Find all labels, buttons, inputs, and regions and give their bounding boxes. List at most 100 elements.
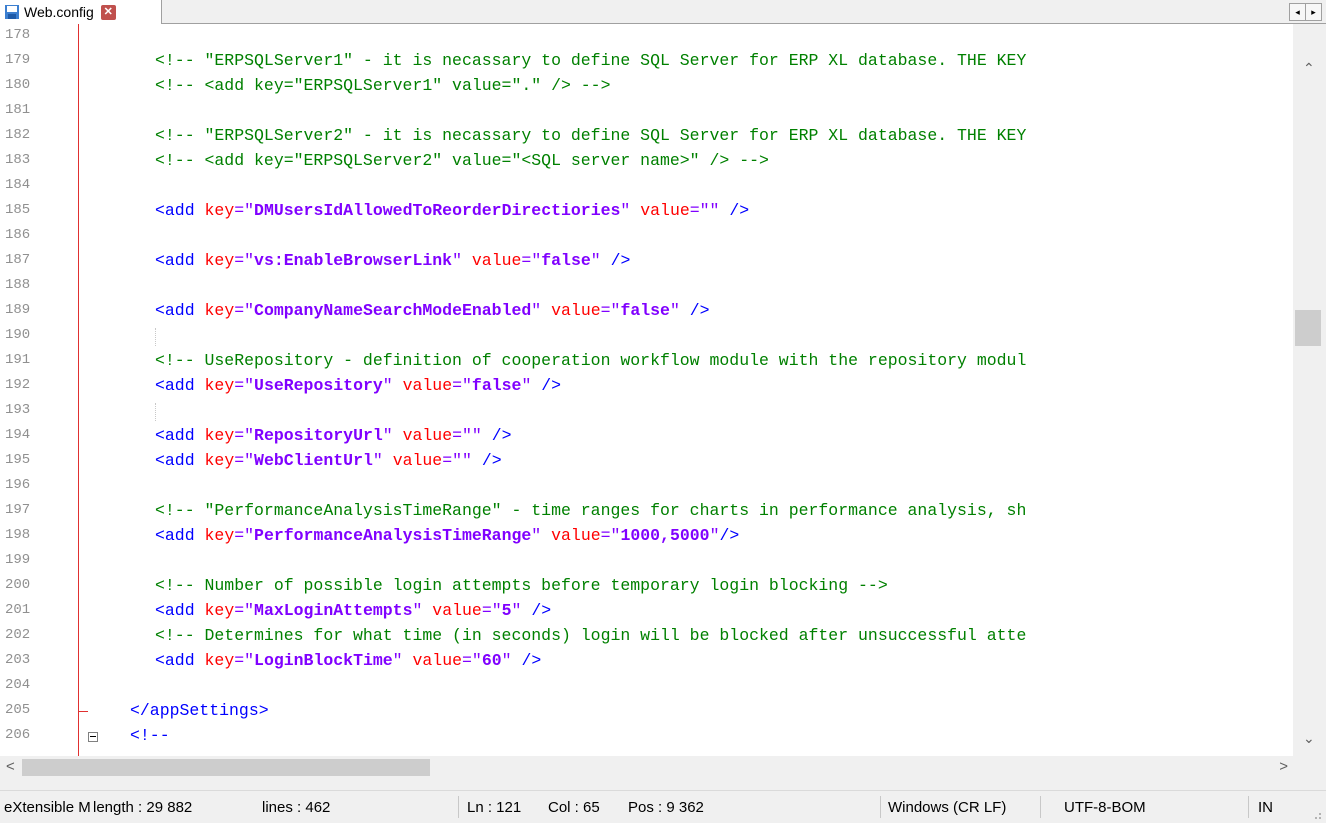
code-token: <add xyxy=(155,451,205,470)
line-number: 183 xyxy=(5,152,31,168)
code-line[interactable]: 184 xyxy=(0,174,1293,199)
horizontal-scroll-thumb[interactable] xyxy=(22,759,430,776)
fold-minus-icon[interactable] xyxy=(88,732,98,742)
code-token: <!-- UseRepository - definition of coope… xyxy=(155,351,1027,370)
code-line[interactable]: 201 <add key="MaxLoginAttempts" value="5"… xyxy=(0,599,1293,624)
code-line[interactable]: 186 xyxy=(0,224,1293,249)
code-line-text: <add key="CompanyNameSearchModeEnabled" … xyxy=(155,301,710,320)
line-number: 197 xyxy=(5,502,31,518)
code-line-text: <!-- "PerformanceAnalysisTimeRange" - ti… xyxy=(155,501,1026,520)
code-token: </appSettings> xyxy=(130,701,269,720)
code-line[interactable]: 180 <!-- <add key="ERPSQLServer1" value="… xyxy=(0,74,1293,99)
code-token: /> xyxy=(610,251,631,270)
code-line[interactable]: 190 xyxy=(0,324,1293,349)
code-line[interactable]: 185 <add key="DMUsersIdAllowedToReorderDi… xyxy=(0,199,1293,224)
code-line-text: <!-- "ERPSQLServer1" - it is necassary t… xyxy=(155,51,1026,70)
tab-title: Web.config xyxy=(24,4,94,20)
resize-grip-icon[interactable] xyxy=(1312,810,1322,820)
status-column: Col : 65 xyxy=(548,799,600,816)
line-number: 179 xyxy=(5,52,31,68)
code-token: ="" xyxy=(689,201,730,220)
status-line-number: Ln : 121 xyxy=(467,799,522,816)
status-separator xyxy=(1248,796,1249,818)
code-token: ="" xyxy=(442,451,482,470)
code-line[interactable]: 191 <!-- UseRepository - definition of co… xyxy=(0,349,1293,374)
code-token: key xyxy=(204,526,235,545)
code-line-text: <!-- <add key="ERPSQLServer2" value="<SQ… xyxy=(155,151,769,170)
code-token: WebClientUrl xyxy=(254,451,373,470)
code-line[interactable]: 200 <!-- Number of possible login attempt… xyxy=(0,574,1293,599)
code-token: " xyxy=(531,301,552,320)
code-line[interactable]: 195 <add key="WebClientUrl" value="" /> xyxy=(0,449,1293,474)
code-line[interactable]: 182 <!-- "ERPSQLServer2" - it is necassar… xyxy=(0,124,1293,149)
code-line[interactable]: 203 <add key="LoginBlockTime" value="60" … xyxy=(0,649,1293,674)
code-token: key xyxy=(204,201,235,220)
indent-guide xyxy=(155,403,157,421)
code-line[interactable]: 202 <!-- Determines for what time (in sec… xyxy=(0,624,1293,649)
code-line[interactable]: 198 <add key="PerformanceAnalysisTimeRang… xyxy=(0,524,1293,549)
close-tab-icon[interactable]: ✕ xyxy=(100,4,116,20)
code-token: " xyxy=(620,201,641,220)
code-token: " xyxy=(521,376,542,395)
fold-end-marker xyxy=(78,711,88,712)
scroll-right-icon[interactable]: > xyxy=(1279,758,1288,775)
code-line[interactable]: 179 <!-- "ERPSQLServer1" - it is necassar… xyxy=(0,49,1293,74)
code-token: <add xyxy=(155,651,205,670)
code-token: MaxLoginAttempts xyxy=(254,601,413,620)
tab-bar: Web.config ✕ ◂ ▸ xyxy=(0,0,1326,24)
line-number: 204 xyxy=(5,677,31,693)
code-line-text: <!-- Determines for what time (in second… xyxy=(155,626,1026,645)
scroll-down-icon[interactable]: ⌄ xyxy=(1303,730,1315,747)
code-token: <!-- Determines for what time (in second… xyxy=(155,626,1027,645)
code-token: =" xyxy=(521,251,542,270)
line-number: 190 xyxy=(5,327,31,343)
code-line[interactable]: 199 xyxy=(0,549,1293,574)
code-line[interactable]: 181 xyxy=(0,99,1293,124)
code-token: <!-- Number of possible login attempts b… xyxy=(155,576,888,595)
code-line[interactable]: 204 xyxy=(0,674,1293,699)
code-token: 5 xyxy=(501,601,512,620)
scroll-up-icon[interactable]: ⌃ xyxy=(1303,60,1315,77)
code-line[interactable]: 197 <!-- "PerformanceAnalysisTimeRange" -… xyxy=(0,499,1293,524)
code-line[interactable]: 183 <!-- <add key="ERPSQLServer2" value="… xyxy=(0,149,1293,174)
code-token: 1000,5000 xyxy=(620,526,710,545)
code-token: false xyxy=(541,251,591,270)
line-number: 180 xyxy=(5,77,31,93)
code-line[interactable]: 187 <add key="vs:EnableBrowserLink" value… xyxy=(0,249,1293,274)
line-number: 206 xyxy=(5,727,31,743)
code-token: RepositoryUrl xyxy=(254,426,383,445)
code-token: " xyxy=(511,601,532,620)
code-token: key xyxy=(204,426,235,445)
line-number: 185 xyxy=(5,202,31,218)
code-token: " xyxy=(392,651,413,670)
vertical-scroll-thumb[interactable] xyxy=(1295,310,1321,346)
code-line[interactable]: 196 xyxy=(0,474,1293,499)
line-number: 198 xyxy=(5,527,31,543)
status-length: length : 29 882 xyxy=(93,799,193,816)
horizontal-scrollbar[interactable]: < > xyxy=(0,756,1326,780)
code-token: false xyxy=(620,301,670,320)
code-line[interactable]: 193 xyxy=(0,399,1293,424)
status-position: Pos : 9 362 xyxy=(628,799,704,816)
code-editor[interactable]: 178 179 <!-- "ERPSQLServer1" - it is necas… xyxy=(0,24,1293,756)
tab-scroll-right-icon[interactable]: ▸ xyxy=(1305,4,1321,20)
tab-web-config[interactable]: Web.config ✕ xyxy=(0,0,162,24)
code-token: value xyxy=(471,251,522,270)
scroll-left-icon[interactable]: < xyxy=(6,758,15,775)
code-token: CompanyNameSearchModeEnabled xyxy=(254,301,532,320)
code-line[interactable]: 178 xyxy=(0,24,1293,49)
code-line-text: <!-- <add key="ERPSQLServer1" value="." … xyxy=(155,76,610,95)
code-line-text: <!-- xyxy=(130,726,170,745)
code-line-text: <add key="MaxLoginAttempts" value="5" /> xyxy=(155,601,551,620)
code-token: value xyxy=(392,451,443,470)
code-line[interactable]: 192 <add key="UseRepository" value="false… xyxy=(0,374,1293,399)
vertical-scrollbar[interactable]: ⌃ ⌄ xyxy=(1293,24,1326,756)
code-line[interactable]: 194 <add key="RepositoryUrl" value="" /> xyxy=(0,424,1293,449)
code-line-text: <!-- UseRepository - definition of coope… xyxy=(155,351,1026,370)
code-line[interactable]: 205 </appSettings> xyxy=(0,699,1293,724)
code-token: =" xyxy=(600,526,621,545)
code-line[interactable]: 189 <add key="CompanyNameSearchModeEnable… xyxy=(0,299,1293,324)
tab-scroll-left-icon[interactable]: ◂ xyxy=(1290,4,1305,20)
code-line[interactable]: 206 <!-- xyxy=(0,724,1293,749)
code-line[interactable]: 188 xyxy=(0,274,1293,299)
